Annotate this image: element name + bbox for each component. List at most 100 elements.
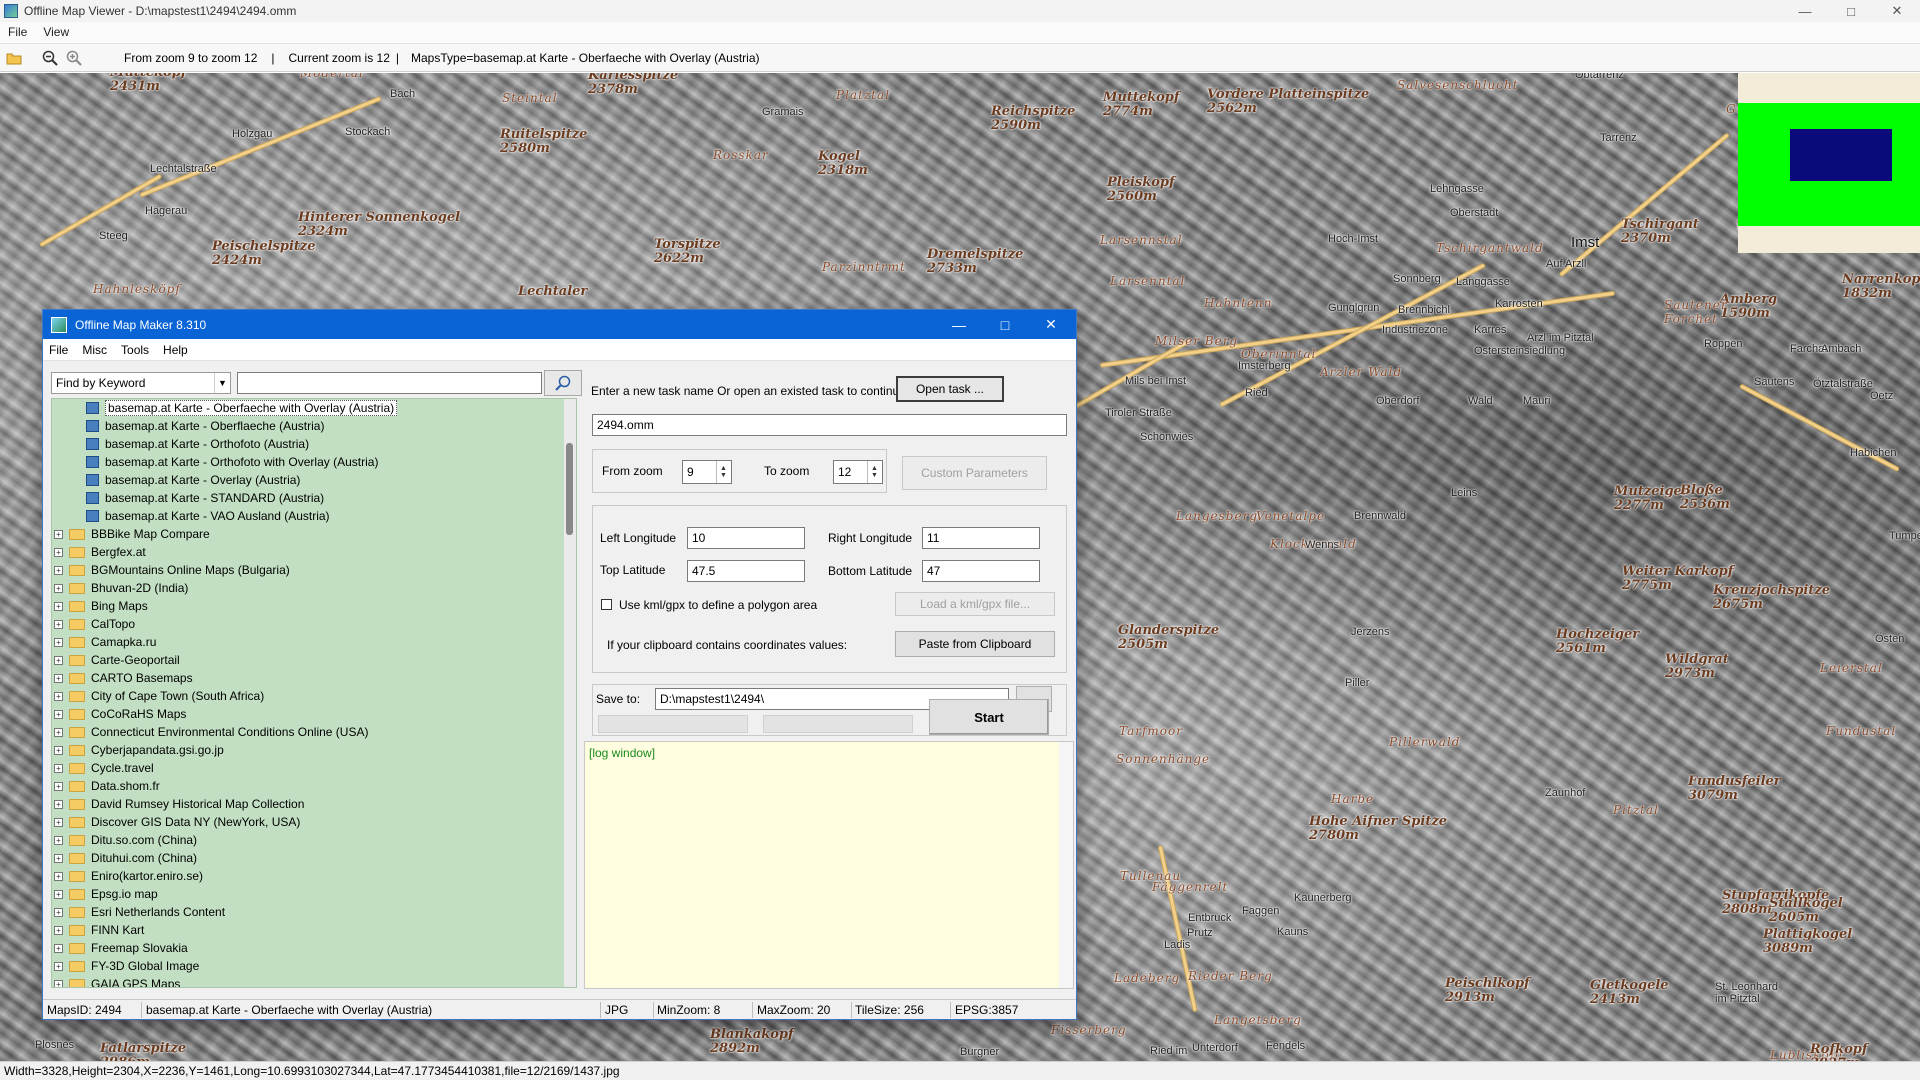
tree-folder-item[interactable]: + David Rumsey Historical Map Collection xyxy=(52,795,576,813)
tree-folder-item[interactable]: + BGMountains Online Maps (Bulgaria) xyxy=(52,561,576,579)
tree-folder-item[interactable]: + City of Cape Town (South Africa) xyxy=(52,687,576,705)
dialog-close-button[interactable]: ✕ xyxy=(1028,310,1074,339)
tree-folder-item[interactable]: + Cyberjapandata.gsi.go.jp xyxy=(52,741,576,759)
task-name-input[interactable]: 2494.omm xyxy=(592,414,1067,436)
expand-icon[interactable]: + xyxy=(54,673,63,683)
tree-folder-item[interactable]: + BBBike Map Compare xyxy=(52,525,576,543)
find-mode-value: Find by Keyword xyxy=(56,376,146,390)
expand-icon[interactable]: + xyxy=(54,583,63,593)
dialog-minimize-button[interactable]: — xyxy=(936,310,982,339)
tree-folder-item[interactable]: + FY-3D Global Image xyxy=(52,957,576,975)
expand-icon[interactable]: + xyxy=(54,961,63,971)
tree-folder-item[interactable]: + Connecticut Environmental Conditions On… xyxy=(52,723,576,741)
expand-icon[interactable]: + xyxy=(54,781,63,791)
expand-icon[interactable]: + xyxy=(54,943,63,953)
tree-folder-item[interactable]: + CARTO Basemaps xyxy=(52,669,576,687)
search-input[interactable] xyxy=(237,372,542,394)
tree-folder-item[interactable]: + Ditu.so.com (China) xyxy=(52,831,576,849)
expand-icon[interactable]: + xyxy=(54,979,63,987)
tree-scroll-thumb[interactable] xyxy=(566,443,573,535)
tree-map-item[interactable]: basemap.at Karte - Oberfaeche with Overl… xyxy=(52,399,576,417)
tree-folder-item[interactable]: + Esri Netherlands Content xyxy=(52,903,576,921)
load-kml-button[interactable]: Load a kml/gpx file... xyxy=(895,592,1055,616)
dialog-menu-misc[interactable]: Misc xyxy=(82,343,107,357)
expand-icon[interactable]: + xyxy=(54,835,63,845)
open-folder-icon[interactable] xyxy=(4,48,24,68)
tree-map-item[interactable]: basemap.at Karte - VAO Ausland (Austria) xyxy=(52,507,576,525)
expand-icon[interactable]: + xyxy=(54,565,63,575)
tree-folder-item[interactable]: + Dituhui.com (China) xyxy=(52,849,576,867)
expand-icon[interactable]: + xyxy=(54,601,63,611)
tree-folder-item[interactable]: + FINN Kart xyxy=(52,921,576,939)
tree-map-item[interactable]: basemap.at Karte - Overlay (Austria) xyxy=(52,471,576,489)
tree-folder-item[interactable]: + Bing Maps xyxy=(52,597,576,615)
expand-icon[interactable]: + xyxy=(54,817,63,827)
expand-icon[interactable]: + xyxy=(54,727,63,737)
menu-file[interactable]: File xyxy=(8,25,27,39)
dialog-maximize-button[interactable]: □ xyxy=(982,310,1028,339)
left-longitude-input[interactable]: 10 xyxy=(687,527,805,549)
expand-icon[interactable]: + xyxy=(54,529,63,539)
to-zoom-spin-arrows[interactable]: ▲ ▼ xyxy=(867,461,881,483)
bottom-latitude-input[interactable]: 47 xyxy=(922,560,1040,582)
chevron-down-icon[interactable]: ▼ xyxy=(214,373,230,393)
tree-folder-item[interactable]: + Freemap Slovakia xyxy=(52,939,576,957)
tree-folder-item[interactable]: + Bhuvan-2D (India) xyxy=(52,579,576,597)
expand-icon[interactable]: + xyxy=(54,763,63,773)
expand-icon[interactable]: + xyxy=(54,745,63,755)
expand-icon[interactable]: + xyxy=(54,871,63,881)
expand-icon[interactable]: + xyxy=(54,709,63,719)
dialog-menu-file[interactable]: File xyxy=(49,343,68,357)
tree-folder-item[interactable]: + Discover GIS Data NY (NewYork, USA) xyxy=(52,813,576,831)
top-latitude-input[interactable]: 47.5 xyxy=(687,560,805,582)
expand-icon[interactable]: + xyxy=(54,619,63,629)
map-source-tree[interactable]: basemap.at Karte - Oberfaeche with Overl… xyxy=(51,398,577,988)
menu-view[interactable]: View xyxy=(43,25,69,39)
tree-scrollbar[interactable] xyxy=(564,399,576,987)
tree-map-item[interactable]: basemap.at Karte - Oberflaeche (Austria) xyxy=(52,417,576,435)
tree-folder-item[interactable]: + GAIA GPS Maps xyxy=(52,975,576,987)
tree-folder-item[interactable]: + Data.shom.fr xyxy=(52,777,576,795)
window-titlebar: Offline Map Viewer - D:\mapstest1\2494\2… xyxy=(0,0,1920,22)
tree-folder-item[interactable]: + Epsg.io map xyxy=(52,885,576,903)
tree-map-item[interactable]: basemap.at Karte - Orthofoto (Austria) xyxy=(52,435,576,453)
tree-folder-item[interactable]: + CoCoRaHS Maps xyxy=(52,705,576,723)
minimize-button[interactable]: — xyxy=(1782,0,1828,22)
kml-checkbox[interactable] xyxy=(601,599,612,610)
log-window[interactable]: [log window] xyxy=(584,741,1074,989)
maximize-button[interactable]: □ xyxy=(1828,0,1874,22)
find-mode-select[interactable]: Find by Keyword ▼ xyxy=(51,372,231,394)
close-button[interactable]: ✕ xyxy=(1874,0,1920,22)
custom-parameters-button[interactable]: Custom Parameters xyxy=(902,456,1047,490)
expand-icon[interactable]: + xyxy=(54,637,63,647)
right-longitude-input[interactable]: 11 xyxy=(922,527,1040,549)
expand-icon[interactable]: + xyxy=(54,925,63,935)
expand-icon[interactable]: + xyxy=(54,691,63,701)
log-scrollbar[interactable] xyxy=(1059,742,1073,988)
zoom-out-icon[interactable] xyxy=(40,48,60,68)
start-button[interactable]: Start xyxy=(929,699,1049,735)
tree-map-item[interactable]: basemap.at Karte - STANDARD (Austria) xyxy=(52,489,576,507)
tree-folder-item[interactable]: + Eniro(kartor.eniro.se) xyxy=(52,867,576,885)
tree-folder-item[interactable]: + Camapka.ru xyxy=(52,633,576,651)
search-button[interactable] xyxy=(544,370,582,396)
tree-folder-item[interactable]: + Cycle.travel xyxy=(52,759,576,777)
expand-icon[interactable]: + xyxy=(54,655,63,665)
paste-clipboard-button[interactable]: Paste from Clipboard xyxy=(895,631,1055,657)
dialog-menu-help[interactable]: Help xyxy=(163,343,188,357)
expand-icon[interactable]: + xyxy=(54,799,63,809)
tree-folder-item[interactable]: + Carte-Geoportail xyxy=(52,651,576,669)
dialog-menu-tools[interactable]: Tools xyxy=(121,343,149,357)
map-label: Torspitze 2622m xyxy=(654,237,721,266)
from-zoom-spin-arrows[interactable]: ▲ ▼ xyxy=(716,461,730,483)
tree-map-item[interactable]: basemap.at Karte - Orthofoto with Overla… xyxy=(52,453,576,471)
expand-icon[interactable]: + xyxy=(54,547,63,557)
tree-folder-item[interactable]: + CalTopo xyxy=(52,615,576,633)
expand-icon[interactable]: + xyxy=(54,907,63,917)
zoom-in-icon[interactable] xyxy=(64,48,84,68)
open-task-button[interactable]: Open task ... xyxy=(896,376,1004,402)
expand-icon[interactable]: + xyxy=(54,889,63,899)
expand-icon[interactable]: + xyxy=(54,853,63,863)
tree-folder-item[interactable]: + Bergfex.at xyxy=(52,543,576,561)
overview-minimap[interactable] xyxy=(1738,73,1920,253)
